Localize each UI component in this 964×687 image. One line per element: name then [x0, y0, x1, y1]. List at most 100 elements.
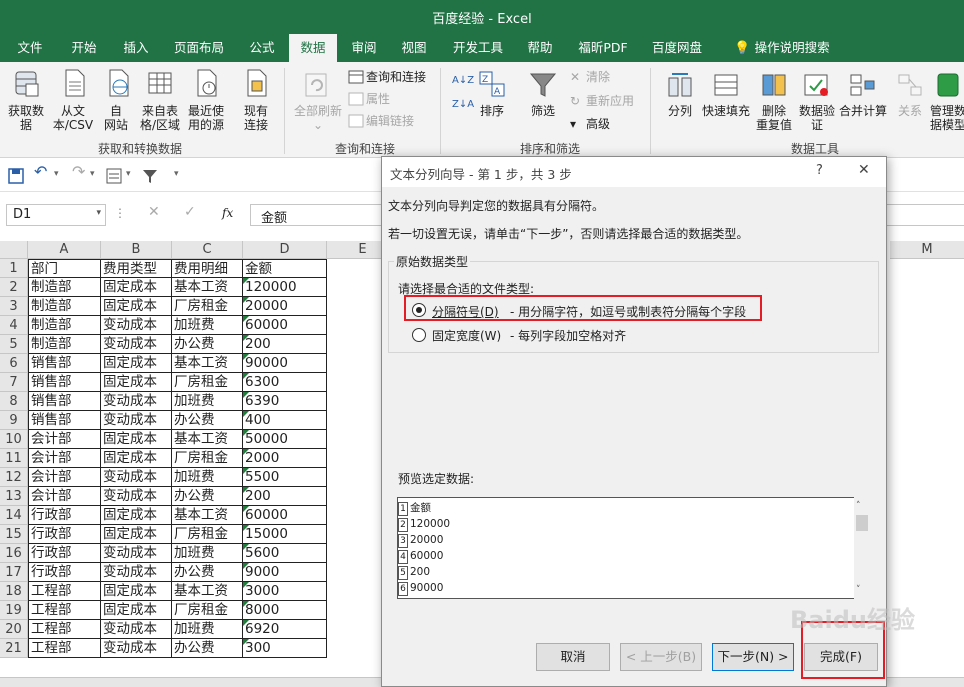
row-header[interactable]: 19 — [0, 601, 28, 620]
cell-amount[interactable]: 5500 — [243, 468, 327, 487]
properties-button[interactable]: 属性 — [366, 92, 390, 106]
recent-sources-button[interactable]: 最近使 用的源 — [184, 104, 228, 132]
cell-amount[interactable]: 50000 — [243, 430, 327, 449]
form-dropdown-icon[interactable]: ▾ — [126, 167, 131, 181]
cell-amount[interactable]: 6300 — [243, 373, 327, 392]
cell-cost-detail[interactable]: 厂房租金 — [172, 449, 243, 468]
row-header[interactable]: 1 — [0, 259, 28, 278]
cell-dept[interactable]: 制造部 — [28, 297, 101, 316]
cell-cost-type[interactable]: 变动成本 — [101, 563, 172, 582]
cell-dept[interactable]: 部门 — [28, 259, 101, 278]
cell-dept[interactable]: 制造部 — [28, 316, 101, 335]
cell-amount[interactable]: 9000 — [243, 563, 327, 582]
cell-cost-detail[interactable]: 办公费 — [172, 411, 243, 430]
row-header[interactable]: 14 — [0, 506, 28, 525]
column-header-m[interactable]: M — [890, 241, 964, 259]
cell-dept[interactable]: 会计部 — [28, 468, 101, 487]
preview-scrollbar[interactable]: ˄ ˅ — [854, 497, 870, 599]
row-header[interactable]: 7 — [0, 373, 28, 392]
tab-review[interactable]: 审阅 — [340, 34, 388, 62]
row-header[interactable]: 12 — [0, 468, 28, 487]
existing-connections-button[interactable]: 现有 连接 — [234, 104, 278, 132]
insert-function-icon[interactable]: fx — [222, 206, 233, 220]
refresh-all-button[interactable]: 全部刷新 ⌄ — [290, 104, 346, 132]
get-data-button[interactable]: 获取数据 — [4, 104, 48, 132]
cell-cost-detail[interactable]: 厂房租金 — [172, 373, 243, 392]
cell-amount[interactable]: 3000 — [243, 582, 327, 601]
next-button[interactable]: 下一步(N) > — [712, 643, 794, 671]
cell-amount[interactable]: 200 — [243, 335, 327, 354]
cell-cost-type[interactable]: 变动成本 — [101, 468, 172, 487]
cell-cost-detail[interactable]: 厂房租金 — [172, 601, 243, 620]
cell-amount[interactable]: 6390 — [243, 392, 327, 411]
cell-dept[interactable]: 销售部 — [28, 354, 101, 373]
cell-cost-type[interactable]: 变动成本 — [101, 639, 172, 658]
redo-icon[interactable]: ↷ — [72, 164, 85, 180]
consolidate-button[interactable]: 合并计算 — [836, 104, 890, 118]
cell-cost-type[interactable]: 固定成本 — [101, 506, 172, 525]
text-to-columns-button[interactable]: 分列 — [664, 104, 696, 118]
cell-cost-detail[interactable]: 加班费 — [172, 392, 243, 411]
row-header[interactable]: 4 — [0, 316, 28, 335]
row-header[interactable]: 10 — [0, 430, 28, 449]
sort-button[interactable]: 排序 — [476, 104, 508, 118]
row-header[interactable]: 3 — [0, 297, 28, 316]
flash-fill-button[interactable]: 快速填充 — [700, 104, 752, 118]
cell-dept[interactable]: 制造部 — [28, 335, 101, 354]
cell-cost-type[interactable]: 固定成本 — [101, 449, 172, 468]
row-header[interactable]: 8 — [0, 392, 28, 411]
redo-dropdown-icon[interactable]: ▾ — [90, 167, 95, 181]
cell-cost-type[interactable]: 变动成本 — [101, 544, 172, 563]
form-icon[interactable] — [106, 168, 122, 184]
cell-cost-type[interactable]: 固定成本 — [101, 582, 172, 601]
relationships-button[interactable]: 关系 — [892, 104, 928, 118]
sort-ascending-button[interactable]: A↓Z — [452, 74, 474, 88]
tab-developer[interactable]: 开发工具 — [446, 34, 510, 62]
cell-amount[interactable]: 60000 — [243, 316, 327, 335]
cell-dept[interactable]: 行政部 — [28, 563, 101, 582]
cell-amount[interactable]: 400 — [243, 411, 327, 430]
row-header[interactable]: 13 — [0, 487, 28, 506]
cell-amount[interactable]: 200 — [243, 487, 327, 506]
cell-cost-detail[interactable]: 基本工资 — [172, 582, 243, 601]
row-header[interactable]: 2 — [0, 278, 28, 297]
cell-amount[interactable]: 2000 — [243, 449, 327, 468]
cell-amount[interactable]: 6920 — [243, 620, 327, 639]
cell-cost-detail[interactable]: 加班费 — [172, 620, 243, 639]
column-header-d[interactable]: D — [243, 241, 327, 259]
cell-cost-detail[interactable]: 基本工资 — [172, 354, 243, 373]
row-header[interactable]: 21 — [0, 639, 28, 658]
row-header[interactable]: 5 — [0, 335, 28, 354]
cell-dept[interactable]: 销售部 — [28, 373, 101, 392]
cell-cost-detail[interactable]: 基本工资 — [172, 278, 243, 297]
cell-cost-type[interactable]: 变动成本 — [101, 316, 172, 335]
tab-foxit-pdf[interactable]: 福昕PDF — [570, 34, 636, 62]
cell-cost-type[interactable]: 变动成本 — [101, 335, 172, 354]
filter-qat-icon[interactable] — [142, 168, 158, 184]
cell-amount[interactable]: 120000 — [243, 278, 327, 297]
scroll-up-icon[interactable]: ˄ — [856, 501, 861, 511]
tab-baidu-netdisk[interactable]: 百度网盘 — [644, 34, 710, 62]
cell-amount[interactable]: 金额 — [243, 259, 327, 278]
from-web-button[interactable]: 自网站 — [98, 104, 134, 132]
row-header[interactable]: 9 — [0, 411, 28, 430]
cell-cost-type[interactable]: 固定成本 — [101, 297, 172, 316]
cell-dept[interactable]: 工程部 — [28, 620, 101, 639]
customize-qat-icon[interactable]: ▾ — [174, 167, 179, 181]
cell-cost-type[interactable]: 变动成本 — [101, 620, 172, 639]
row-header[interactable]: 11 — [0, 449, 28, 468]
cancel-formula-icon[interactable]: ✕ — [148, 205, 160, 219]
data-validation-button[interactable]: 数据验证 — [796, 104, 838, 132]
from-table-button[interactable]: 来自表 格/区域 — [136, 104, 184, 132]
fixed-width-label[interactable]: 固定宽度(W) — [432, 327, 501, 344]
queries-connections-button[interactable]: 查询和连接 — [366, 70, 426, 84]
tab-insert[interactable]: 插入 — [112, 34, 160, 62]
edit-links-button[interactable]: 编辑链接 — [366, 114, 414, 128]
clear-filter-button[interactable]: 清除 — [586, 70, 610, 84]
cell-cost-type[interactable]: 变动成本 — [101, 487, 172, 506]
tab-page-layout[interactable]: 页面布局 — [166, 34, 232, 62]
name-box[interactable]: D1 ▾ — [6, 204, 106, 226]
back-button[interactable]: < 上一步(B) — [620, 643, 702, 671]
filter-button[interactable]: 筛选 — [526, 104, 560, 118]
row-header[interactable]: 17 — [0, 563, 28, 582]
